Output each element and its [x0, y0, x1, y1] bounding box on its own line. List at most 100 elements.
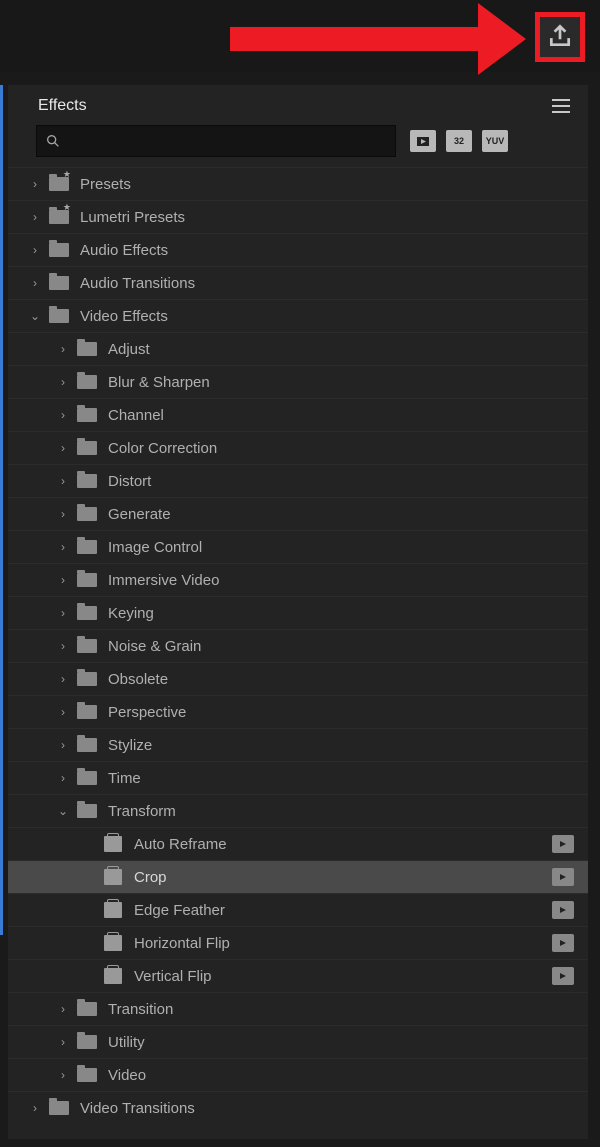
tree-item-blur-sharpen[interactable]: ›Blur & Sharpen: [8, 365, 588, 398]
tree-item-label: Transform: [108, 803, 574, 820]
folder-icon: [76, 1067, 98, 1083]
tree-item-immersive-video[interactable]: ›Immersive Video: [8, 563, 588, 596]
tree-item-perspective[interactable]: › Perspective: [8, 695, 588, 728]
tree-item-label: Audio Effects: [80, 242, 574, 259]
folder-icon: [76, 572, 98, 588]
panel-active-indicator: [0, 85, 3, 935]
tree-item-label: Video: [108, 1067, 574, 1084]
tree-item-label: Generate: [108, 506, 574, 523]
chevron-right-icon[interactable]: ›: [56, 1002, 70, 1016]
tree-item-crop[interactable]: ›Crop: [8, 860, 588, 893]
folder-icon: [76, 341, 98, 357]
tree-item-label: Keying: [108, 605, 574, 622]
tree-item-presets[interactable]: › Presets: [8, 167, 588, 200]
search-field[interactable]: [67, 133, 387, 150]
annotation-arrow: [230, 15, 530, 63]
chevron-right-icon[interactable]: ›: [56, 672, 70, 686]
tree-item-label: Horizontal Flip: [134, 935, 552, 952]
tree-item-lumetri-presets[interactable]: › Lumetri Presets: [8, 200, 588, 233]
tree-item-label: Adjust: [108, 341, 574, 358]
tree-item-obsolete[interactable]: › Obsolete: [8, 662, 588, 695]
folder-icon: [76, 638, 98, 654]
preset-icon: [102, 935, 124, 951]
filter-yuv-icon[interactable]: YUV: [482, 130, 508, 152]
folder-icon: [76, 1034, 98, 1050]
tree-item-label: Auto Reframe: [134, 836, 552, 853]
chevron-right-icon[interactable]: ›: [28, 1101, 42, 1115]
tree-item-adjust[interactable]: › Adjust: [8, 332, 588, 365]
tree-item-image-control[interactable]: ›Image Control: [8, 530, 588, 563]
chevron-right-icon[interactable]: ›: [56, 441, 70, 455]
chevron-right-icon[interactable]: ›: [28, 177, 42, 191]
chevron-right-icon[interactable]: ›: [56, 705, 70, 719]
accelerated-badge-icon: [552, 934, 574, 952]
tree-item-label: Channel: [108, 407, 574, 424]
tree-item-channel[interactable]: › Channel: [8, 398, 588, 431]
tree-item-label: Vertical Flip: [134, 968, 552, 985]
export-icon[interactable]: [547, 23, 573, 52]
preset-icon: [102, 869, 124, 885]
tree-item-transform[interactable]: ⌄ Transform: [8, 794, 588, 827]
chevron-right-icon[interactable]: ›: [28, 210, 42, 224]
tree-item-label: Obsolete: [108, 671, 574, 688]
tree-item-edge-feather[interactable]: ›Edge Feather: [8, 893, 588, 926]
chevron-right-icon[interactable]: ›: [56, 606, 70, 620]
tree-item-label: Lumetri Presets: [80, 209, 574, 226]
tree-item-generate[interactable]: › Generate: [8, 497, 588, 530]
folder-icon: [76, 803, 98, 819]
chevron-down-icon[interactable]: ⌄: [28, 309, 42, 323]
panel-menu-icon[interactable]: [552, 99, 570, 113]
tree-item-video-effects[interactable]: ⌄Video Effects: [8, 299, 588, 332]
tree-item-audio-effects[interactable]: › Audio Effects: [8, 233, 588, 266]
tree-item-label: Color Correction: [108, 440, 574, 457]
chevron-right-icon[interactable]: ›: [56, 342, 70, 356]
effects-panel: Effects 32 YUV ›Presets›Lumetri Presets›…: [8, 85, 588, 1139]
effects-tree: ›Presets›Lumetri Presets›Audio Effects›A…: [8, 165, 588, 1126]
accelerated-badge-icon: [552, 901, 574, 919]
chevron-right-icon[interactable]: ›: [56, 375, 70, 389]
chevron-right-icon[interactable]: ›: [28, 276, 42, 290]
folder-icon: [76, 737, 98, 753]
tree-item-horizontal-flip[interactable]: ›Horizontal Flip: [8, 926, 588, 959]
chevron-right-icon[interactable]: ›: [56, 573, 70, 587]
tree-item-utility[interactable]: ›Utility: [8, 1025, 588, 1058]
chevron-right-icon[interactable]: ›: [56, 771, 70, 785]
chevron-right-icon[interactable]: ›: [56, 507, 70, 521]
chevron-right-icon[interactable]: ›: [28, 243, 42, 257]
tree-item-label: Presets: [80, 176, 574, 193]
chevron-right-icon[interactable]: ›: [56, 1035, 70, 1049]
preset-icon: [102, 968, 124, 984]
tree-item-video-transitions[interactable]: ›Video Transitions: [8, 1091, 588, 1124]
tree-item-audio-transitions[interactable]: › Audio Transitions: [8, 266, 588, 299]
chevron-right-icon[interactable]: ›: [56, 540, 70, 554]
chevron-down-icon[interactable]: ⌄: [56, 804, 70, 818]
chevron-right-icon[interactable]: ›: [56, 639, 70, 653]
tree-item-color-correction[interactable]: › Color Correction: [8, 431, 588, 464]
folder-star-icon: [48, 176, 70, 192]
filter-32bit-icon[interactable]: 32: [446, 130, 472, 152]
tree-item-stylize[interactable]: ›Stylize: [8, 728, 588, 761]
chevron-right-icon[interactable]: ›: [56, 474, 70, 488]
folder-icon: [76, 407, 98, 423]
tree-item-auto-reframe[interactable]: ›Auto Reframe: [8, 827, 588, 860]
folder-icon: [76, 506, 98, 522]
tree-item-transition[interactable]: › Transition: [8, 992, 588, 1025]
tree-item-video[interactable]: › Video: [8, 1058, 588, 1091]
tree-item-vertical-flip[interactable]: ›Vertical Flip: [8, 959, 588, 992]
chevron-right-icon[interactable]: ›: [56, 1068, 70, 1082]
tree-item-label: Perspective: [108, 704, 574, 721]
tree-item-keying[interactable]: › Keying: [8, 596, 588, 629]
tree-item-noise-grain[interactable]: ›Noise & Grain: [8, 629, 588, 662]
tree-item-label: Edge Feather: [134, 902, 552, 919]
filter-accelerated-icon[interactable]: [410, 130, 436, 152]
accelerated-badge-icon: [552, 967, 574, 985]
chevron-right-icon[interactable]: ›: [56, 408, 70, 422]
tree-item-label: Audio Transitions: [80, 275, 574, 292]
folder-icon: [48, 242, 70, 258]
search-input[interactable]: [36, 125, 396, 157]
chevron-right-icon[interactable]: ›: [56, 738, 70, 752]
tree-item-label: Transition: [108, 1001, 574, 1018]
folder-icon: [76, 473, 98, 489]
tree-item-distort[interactable]: ›Distort: [8, 464, 588, 497]
tree-item-time[interactable]: ›Time: [8, 761, 588, 794]
